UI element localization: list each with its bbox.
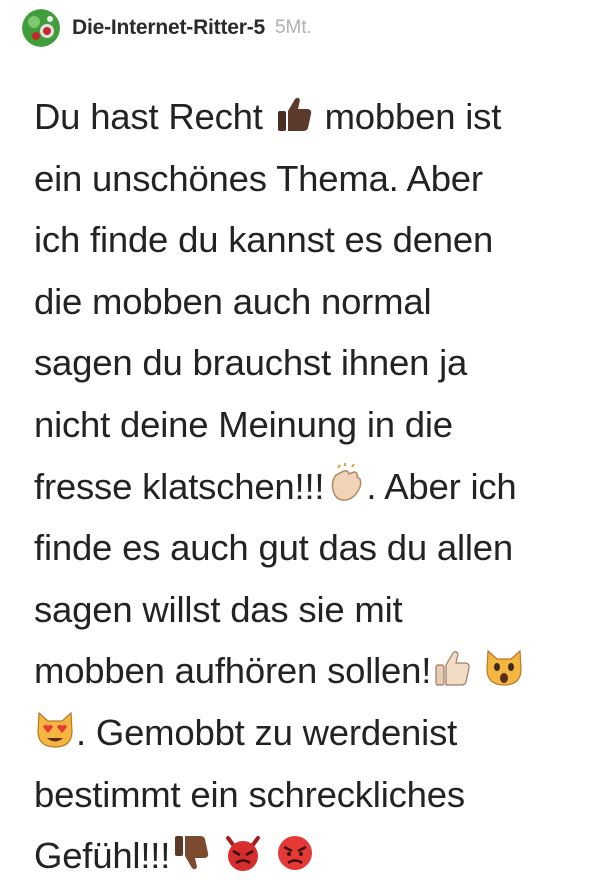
- comment-line: sagen du brauchst ihnen ja: [34, 332, 590, 394]
- thumbs-up-dark-skin-icon: [273, 93, 315, 135]
- comment-text: sagen du brauchst ihnen ja: [34, 342, 468, 384]
- comment-text: die mobben auch normal: [34, 280, 432, 322]
- comment-header: Die-Internet-Ritter-5 5Mt.: [22, 8, 312, 48]
- comment-line: bestimmt ein schreckliches: [34, 764, 590, 826]
- comment-line: ein unschönes Thema. Aber: [34, 148, 590, 210]
- thumbs-up-light-skin-icon: [431, 647, 473, 689]
- comment-text: Gefühl!!!: [34, 835, 171, 877]
- comment-line: ich finde du kannst es denen: [34, 209, 590, 271]
- comment-text: bestimmt ein schreckliches: [34, 773, 465, 815]
- weary-cat-icon: [483, 647, 525, 689]
- comment-line: sagen willst das sie mit: [34, 579, 590, 641]
- comment-text: sagen willst das sie mit: [34, 588, 403, 630]
- avatar[interactable]: [22, 9, 60, 47]
- heart-eyes-cat-icon: [34, 709, 76, 751]
- comment-body: Du hast Recht mobben ist ein unschönes T…: [34, 86, 590, 887]
- comment-line: fresse klatschen!!! . Aber ich: [34, 456, 590, 518]
- comment-line: nicht deine Meinung in die: [34, 394, 590, 456]
- clapping-hands-icon: [324, 462, 366, 505]
- comment-text: ein unschönes Thema. Aber: [34, 157, 483, 199]
- comment-text: nicht deine Meinung in die: [34, 403, 453, 445]
- comment-line: mobben aufhören sollen!: [34, 640, 590, 702]
- comment-text: . Aber ich: [366, 465, 517, 507]
- comment-text: mobben ist: [324, 96, 502, 137]
- comment-text: fresse klatschen!!!: [34, 465, 325, 507]
- comment-line: Du hast Recht mobben ist: [34, 86, 590, 148]
- comment-line: Gefühl!!!: [34, 825, 590, 887]
- comment-line: finde es auch gut das du allen: [34, 517, 590, 579]
- comment-text: . Gemobbt zu werdenist: [76, 711, 458, 753]
- author-name[interactable]: Die-Internet-Ritter-5: [72, 16, 265, 40]
- comment-line: die mobben auch normal: [34, 271, 590, 333]
- comment-text: finde es auch gut das du allen: [34, 527, 513, 569]
- timestamp: 5Mt.: [274, 17, 312, 38]
- comment-text: ich finde du kannst es denen: [34, 219, 494, 261]
- comment-text: mobben aufhören sollen!: [34, 650, 432, 692]
- comment-text: Du hast Recht: [34, 96, 263, 137]
- comment-line: . Gemobbt zu werdenist: [34, 702, 590, 764]
